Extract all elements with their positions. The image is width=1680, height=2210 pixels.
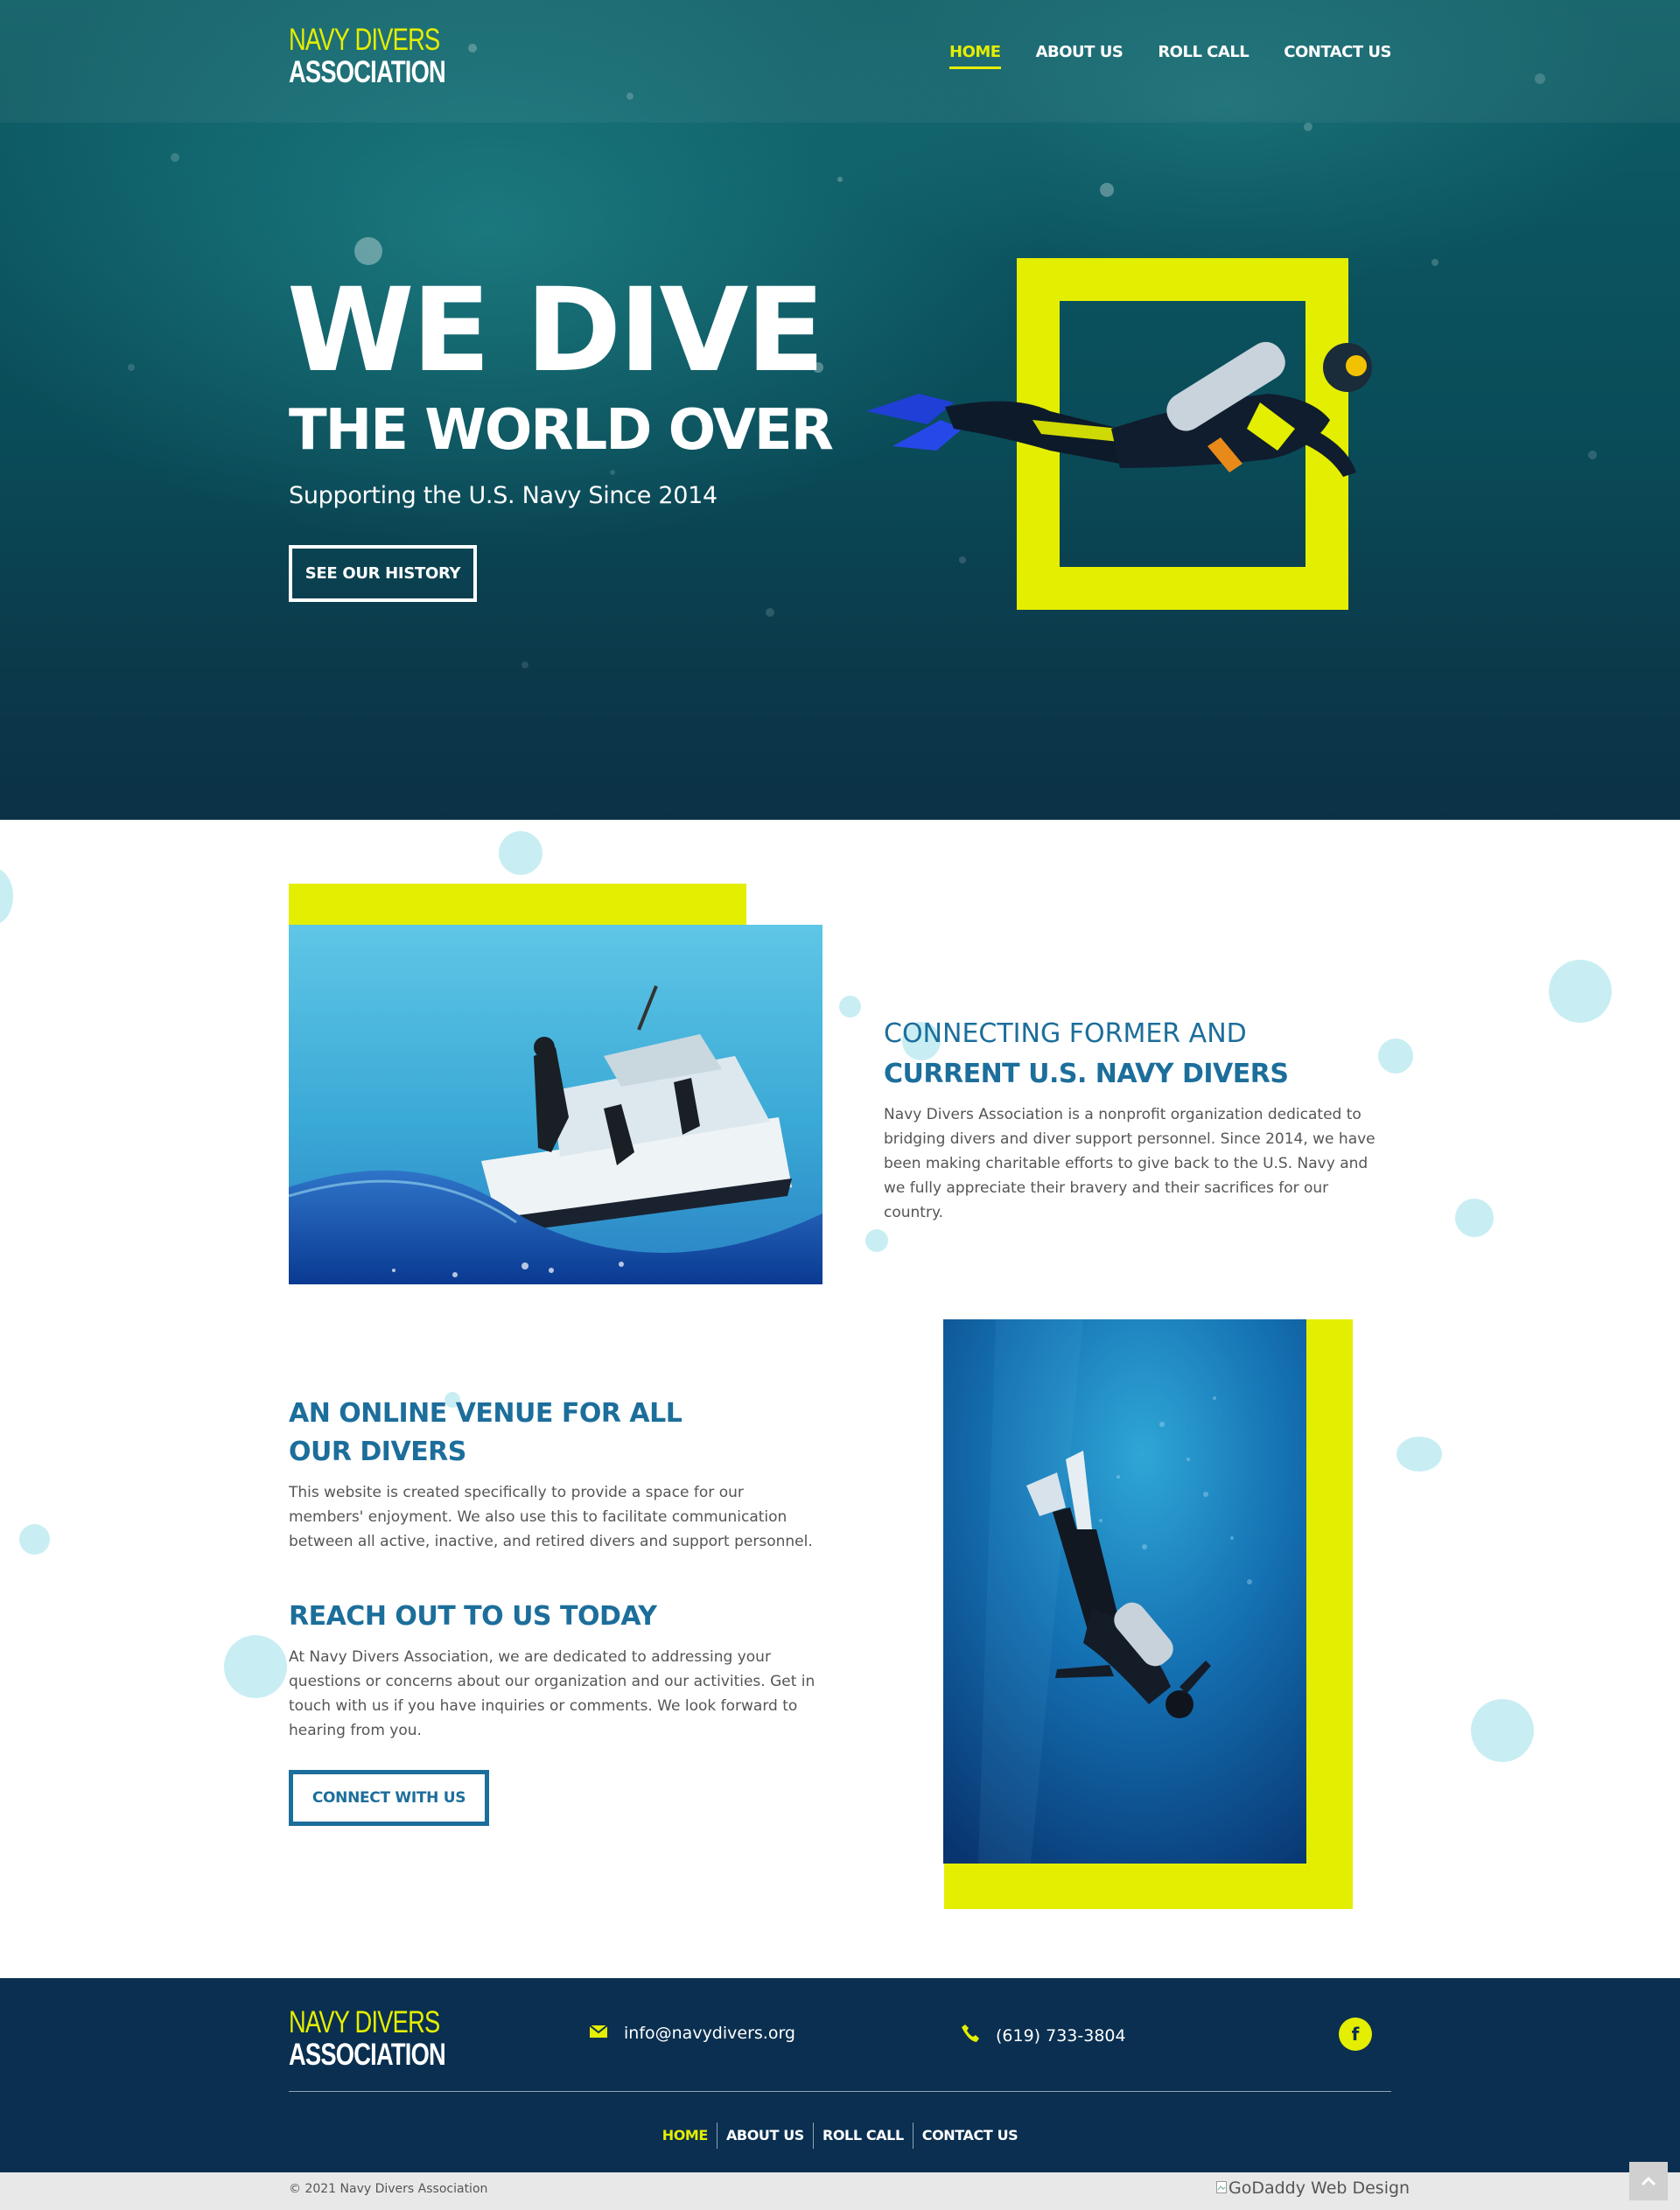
connect-with-us-button[interactable]: CONNECT WITH US bbox=[289, 1770, 489, 1826]
footer-nav: HOME ABOUT US ROLL CALL CONTACT US bbox=[0, 2123, 1680, 2149]
decorative-bubble bbox=[499, 831, 542, 875]
nav-roll-call[interactable]: ROLL CALL bbox=[1158, 43, 1249, 69]
footer-logo-line-2: ASSOCIATION bbox=[289, 2038, 446, 2072]
logo-line-1: NAVY DIVERS bbox=[289, 23, 440, 57]
connecting-body: Navy Divers Association is a nonprofit o… bbox=[884, 1106, 1376, 1221]
godaddy-credit[interactable]: GoDaddy Web Design bbox=[1216, 2179, 1410, 2198]
broken-image-icon bbox=[1216, 2179, 1227, 2198]
bottom-bar bbox=[0, 2172, 1680, 2210]
copyright-text: © 2021 Navy Divers Association bbox=[289, 2182, 488, 2196]
decorative-bubble bbox=[1455, 1199, 1494, 1237]
online-venue-title-line-2: OUR DIVERS bbox=[289, 1437, 466, 1467]
online-venue-body: This website is created specifically to … bbox=[289, 1484, 813, 1550]
decorative-bubble bbox=[1549, 960, 1612, 1023]
online-venue-title-line-1: AN ONLINE VENUE FOR ALL bbox=[289, 1398, 682, 1429]
nav-contact-us[interactable]: CONTACT US bbox=[1284, 43, 1391, 69]
chevron-up-icon bbox=[1641, 2173, 1656, 2190]
phone-icon bbox=[961, 2024, 980, 2047]
see-our-history-button[interactable]: SEE OUR HISTORY bbox=[289, 545, 477, 602]
nav-home[interactable]: HOME bbox=[949, 43, 1001, 69]
decorative-bubble bbox=[839, 996, 861, 1018]
phone-text: (619) 733-3804 bbox=[996, 2025, 1126, 2046]
decorative-bubble bbox=[865, 1229, 888, 1252]
decorative-bubble bbox=[0, 868, 13, 925]
decorative-bubble bbox=[1378, 1039, 1413, 1074]
hero-headline-2: THE WORLD OVER bbox=[289, 398, 834, 463]
envelope-icon bbox=[589, 2024, 608, 2043]
footer-logo-line-1: NAVY DIVERS bbox=[289, 2005, 440, 2039]
footer-logo[interactable]: NAVY DIVERS ASSOCIATION bbox=[289, 2007, 489, 2070]
decorative-bubble bbox=[1396, 1437, 1442, 1472]
footer-nav-roll-call[interactable]: ROLL CALL bbox=[812, 2123, 913, 2149]
footer-nav-about-us[interactable]: ABOUT US bbox=[716, 2123, 813, 2149]
hero-section: NAVY DIVERS ASSOCIATION HOME ABOUT US RO… bbox=[0, 0, 1680, 820]
footer-nav-home[interactable]: HOME bbox=[654, 2123, 717, 2149]
descending-diver-photo bbox=[943, 1319, 1306, 1864]
logo-line-2: ASSOCIATION bbox=[289, 55, 446, 89]
facebook-icon[interactable]: f bbox=[1339, 2018, 1372, 2051]
photo-accent-bar bbox=[289, 884, 746, 926]
footer-phone[interactable]: (619) 733-3804 bbox=[961, 2024, 1126, 2047]
reach-out-title: REACH OUT TO US TODAY bbox=[289, 1601, 657, 1632]
decorative-bubble bbox=[224, 1635, 287, 1698]
hero-headline: WE DIVE bbox=[287, 263, 825, 398]
footer-email[interactable]: info@navydivers.org bbox=[589, 2024, 795, 2043]
hero-water-texture bbox=[0, 0, 1680, 668]
email-text: info@navydivers.org bbox=[624, 2024, 795, 2043]
footer-nav-contact-us[interactable]: CONTACT US bbox=[912, 2123, 1027, 2149]
reach-out-body: At Navy Divers Association, we are dedic… bbox=[289, 1648, 816, 1739]
scroll-to-top-button[interactable] bbox=[1629, 2162, 1668, 2200]
connecting-title-light: CONNECTING FORMER AND bbox=[884, 1018, 1247, 1049]
main-nav: HOME ABOUT US ROLL CALL CONTACT US bbox=[949, 43, 1391, 69]
site-logo[interactable]: NAVY DIVERS ASSOCIATION bbox=[289, 24, 489, 87]
connecting-title-bold: CURRENT U.S. NAVY DIVERS bbox=[884, 1059, 1289, 1089]
hero-scuba-diver-image bbox=[866, 341, 1372, 477]
decorative-bubble bbox=[19, 1524, 50, 1555]
diver-boat-photo bbox=[289, 925, 822, 1284]
decorative-bubble bbox=[1471, 1699, 1534, 1762]
nav-about-us[interactable]: ABOUT US bbox=[1036, 43, 1124, 69]
hero-subtitle: Supporting the U.S. Navy Since 2014 bbox=[289, 482, 718, 509]
footer-divider bbox=[289, 2091, 1391, 2092]
godaddy-credit-text: GoDaddy Web Design bbox=[1228, 2179, 1410, 2198]
